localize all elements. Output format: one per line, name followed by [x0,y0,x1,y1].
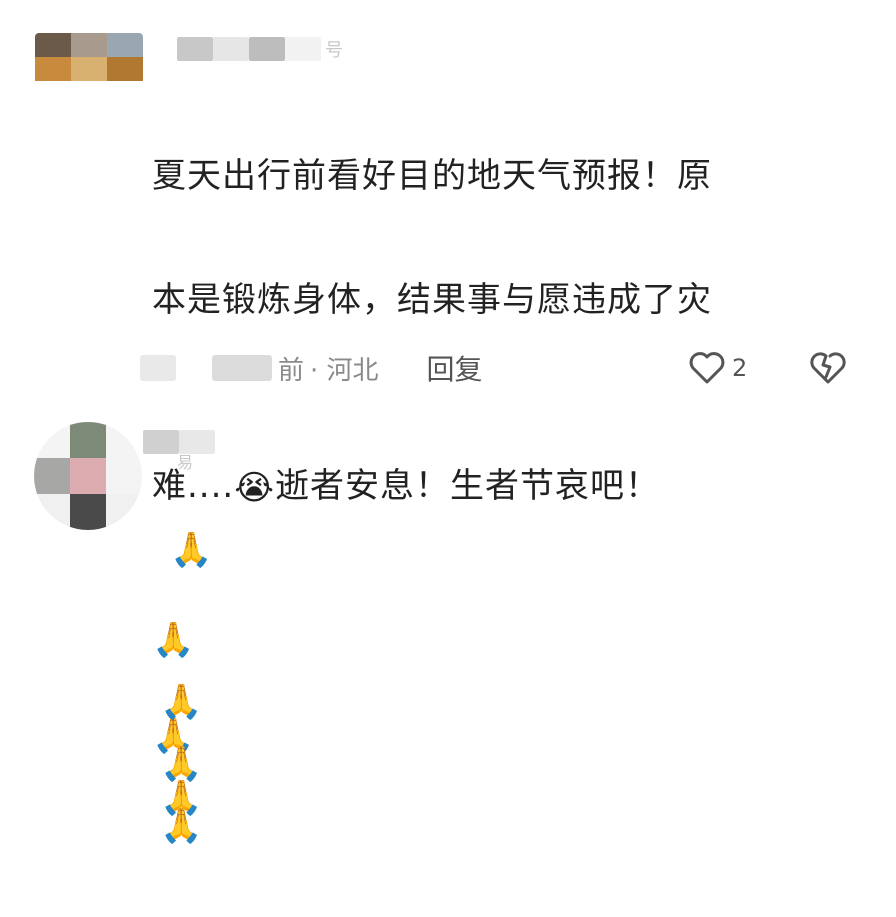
comment-line: 夏天出行前看好目的地天气预报！原 [152,156,712,196]
like-button[interactable]: 2 [688,345,747,391]
comment-text: 🙏 🙏 🙏 🙏 [152,483,852,917]
meta-blur [140,355,176,381]
reply-button[interactable]: 回复 [427,348,483,388]
avatar[interactable] [34,422,142,530]
timestamp: 前 [278,355,305,386]
comment-item: 易 🙏 🙏 🙏 🙏 [0,405,896,843]
username[interactable]: 号 [177,34,343,64]
avatar[interactable] [35,33,143,105]
heart-icon [689,352,725,384]
folded-hands-emoji: 🙏 [160,805,204,846]
dislike-button[interactable] [808,345,848,391]
folded-hands-emoji: 🙏 [160,681,204,722]
comment-item: 号 夏天出行前看好目的地天气预报！原 本是锻炼身体，结果事与愿违成了灾 难...… [0,0,896,815]
username-tail: 易 [177,453,194,472]
folded-hands-emoji: 🙏 [160,743,204,784]
comment-line: 本是锻炼身体，结果事与愿违成了灾 [152,280,712,320]
username-tail: 号 [325,40,343,61]
folded-hands-emoji: 🙏 [152,619,196,660]
broken-heart-icon [810,352,846,384]
comment-line: 🙏 🙏 🙏 🙏 [152,545,852,855]
comment-meta: 前 · 河北 回复 [140,345,483,391]
like-count: 2 [732,354,748,382]
location: · 河北 [310,355,379,386]
username[interactable]: 易 [143,427,215,472]
meta-blur [212,355,272,381]
